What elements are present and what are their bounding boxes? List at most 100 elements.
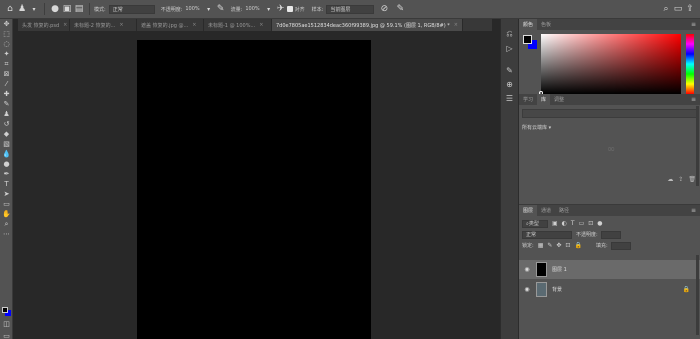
filter-kind-dropdown[interactable]: ⌕ 类型 [522, 219, 548, 228]
ignore-adjustment-layers-icon[interactable]: ⊘ [378, 3, 390, 15]
tool-preset-dropdown-icon[interactable]: ▾ [28, 3, 40, 15]
zoom-tool-icon[interactable]: ⌕ [0, 219, 13, 229]
tab-libraries[interactable]: 库 [537, 94, 551, 105]
layers-scrollbar[interactable] [696, 255, 699, 335]
flow-dropdown-icon[interactable]: ▾ [263, 3, 275, 15]
panel-menu-icon[interactable]: ≡ [691, 96, 696, 103]
mode-dropdown[interactable]: 正常 [108, 4, 155, 14]
panel-menu-icon[interactable]: ≡ [691, 21, 696, 28]
brush-settings-icon[interactable]: ▣ [61, 3, 73, 15]
tab-adjustments[interactable]: 调整 [550, 94, 568, 105]
filter-type-icon[interactable]: T [571, 220, 575, 227]
library-scrollbar[interactable] [696, 106, 699, 186]
foreground-color-swatch[interactable] [2, 307, 8, 313]
screen-mode-icon[interactable]: ▭ [0, 331, 13, 339]
library-search-input[interactable] [522, 109, 697, 118]
quick-mask-icon[interactable]: ◫ [0, 319, 13, 329]
lasso-tool-icon[interactable]: ◌ [0, 39, 13, 49]
close-tab-icon[interactable]: × [259, 22, 263, 28]
crop-tool-icon[interactable]: ⌗ [0, 59, 13, 69]
visibility-eye-icon[interactable]: ◉ [522, 286, 532, 293]
close-tab-icon[interactable]: × [119, 22, 123, 28]
tab-paths[interactable]: 路径 [555, 205, 573, 216]
actions-icon[interactable]: ▷ [501, 41, 518, 55]
eyedropper-tool-icon[interactable]: ⁄ [0, 79, 13, 89]
workspace-icon[interactable]: ▭ [672, 3, 684, 15]
hand-tool-icon[interactable]: ✋ [0, 209, 13, 219]
marquee-tool-icon[interactable]: ⬚ [0, 29, 13, 39]
upload-icon[interactable]: ⇪ [678, 176, 683, 183]
clone-stamp-tool-icon[interactable]: ♟ [0, 109, 13, 119]
close-tab-icon[interactable]: × [454, 22, 458, 28]
gradient-tool-icon[interactable]: ▧ [0, 139, 13, 149]
tab-swatches[interactable]: 色板 [537, 19, 555, 30]
close-tab-icon[interactable]: × [192, 22, 196, 28]
frame-tool-icon[interactable]: ⊠ [0, 69, 13, 79]
tab-channels[interactable]: 通道 [537, 205, 555, 216]
visibility-eye-icon[interactable]: ◉ [522, 266, 532, 273]
tab-layers[interactable]: 图层 [519, 205, 538, 216]
adjustments-icon[interactable]: ☰ [501, 91, 518, 105]
align-checkbox[interactable] [286, 6, 293, 12]
filter-smart-object-icon[interactable]: ⊡ [588, 220, 593, 227]
tab-color[interactable]: 颜色 [519, 19, 538, 30]
filter-toggle-icon[interactable]: ● [597, 220, 602, 227]
opacity-dropdown-icon[interactable]: ▾ [203, 3, 215, 15]
history-brush-tool-icon[interactable]: ↺ [0, 119, 13, 129]
airbrush-icon[interactable]: ✈ [275, 3, 287, 15]
clone-source-icon[interactable]: ⊕ [501, 77, 518, 91]
document-tab[interactable]: 遮盖 恢复的.jpg @... × [137, 19, 204, 31]
flow-value[interactable]: 100% [245, 6, 259, 12]
blur-tool-icon[interactable]: 💧 [0, 149, 13, 159]
hue-slider[interactable] [686, 34, 694, 94]
eraser-tool-icon[interactable]: ◆ [0, 129, 13, 139]
quick-select-tool-icon[interactable]: ✦ [0, 49, 13, 59]
type-tool-icon[interactable]: T [0, 179, 13, 189]
document-tab[interactable]: 头发 恢复的.psd × [18, 19, 70, 31]
layer-row[interactable]: ◉ 背景 🔒 [519, 280, 700, 299]
lock-all-icon[interactable]: 🔒 [574, 242, 581, 249]
close-tab-icon[interactable]: × [63, 22, 67, 28]
lock-paint-icon[interactable]: ✎ [547, 242, 552, 249]
fill-input[interactable] [610, 241, 631, 250]
lock-pixels-icon[interactable]: ▦ [538, 242, 544, 249]
delete-icon[interactable]: 🗑 [688, 176, 696, 183]
layer-row[interactable]: ◉ 图层 1 [519, 260, 700, 279]
sample-dropdown[interactable]: 当前图层 [326, 4, 375, 14]
document-canvas[interactable] [137, 40, 371, 339]
clone-stamp-tool-icon[interactable]: ♟ [16, 3, 28, 15]
cloud-icon[interactable]: ☁ [667, 176, 673, 183]
color-field[interactable] [541, 34, 681, 94]
filter-shape-icon[interactable]: ▭ [579, 220, 585, 227]
brush-tool-icon[interactable]: ✎ [0, 99, 13, 109]
opacity-value[interactable]: 100% [185, 6, 199, 12]
layer-opacity-input[interactable] [600, 230, 621, 239]
panel-menu-icon[interactable]: ≡ [691, 207, 696, 214]
document-tab[interactable]: 未标题-2 恢复的... × [70, 19, 137, 31]
tab-learn[interactable]: 学习 [519, 94, 537, 105]
share-icon[interactable]: ⇪ [684, 3, 696, 15]
lock-artboard-icon[interactable]: ⊡ [565, 242, 570, 249]
dodge-tool-icon[interactable]: ● [0, 159, 13, 169]
lock-position-icon[interactable]: ✥ [556, 242, 561, 249]
history-icon[interactable]: ⎌ [501, 27, 518, 41]
filter-pixel-icon[interactable]: ▣ [552, 220, 558, 227]
document-tab[interactable]: 未标题-1 @ 100%... × [204, 19, 272, 31]
pressure-opacity-icon[interactable]: ✎ [215, 3, 227, 15]
home-icon[interactable]: ⌂ [4, 3, 16, 15]
filter-adjustment-icon[interactable]: ◐ [562, 220, 567, 227]
brush-settings-icon[interactable]: ✎ [501, 63, 518, 77]
library-select[interactable]: 所有云端库 ▾ [522, 124, 551, 131]
clone-source-icon[interactable]: ▤ [73, 3, 85, 15]
document-tab[interactable]: 7d0e7805ae1512834deac360f99389.jpg @ 59.… [272, 19, 463, 31]
healing-brush-tool-icon[interactable]: ✚ [0, 89, 13, 99]
foreground-color-swatch[interactable] [523, 35, 532, 44]
brush-preset-icon[interactable]: ● [49, 3, 61, 15]
path-select-tool-icon[interactable]: ➤ [0, 189, 13, 199]
more-tools-icon[interactable]: ⋯ [0, 229, 13, 239]
search-icon[interactable]: ⌕ [660, 3, 672, 15]
pen-tool-icon[interactable]: ✒ [0, 169, 13, 179]
blend-mode-dropdown[interactable]: 正常 [522, 230, 572, 239]
move-tool-icon[interactable]: ✥ [0, 19, 13, 29]
shape-tool-icon[interactable]: ▭ [0, 199, 13, 209]
